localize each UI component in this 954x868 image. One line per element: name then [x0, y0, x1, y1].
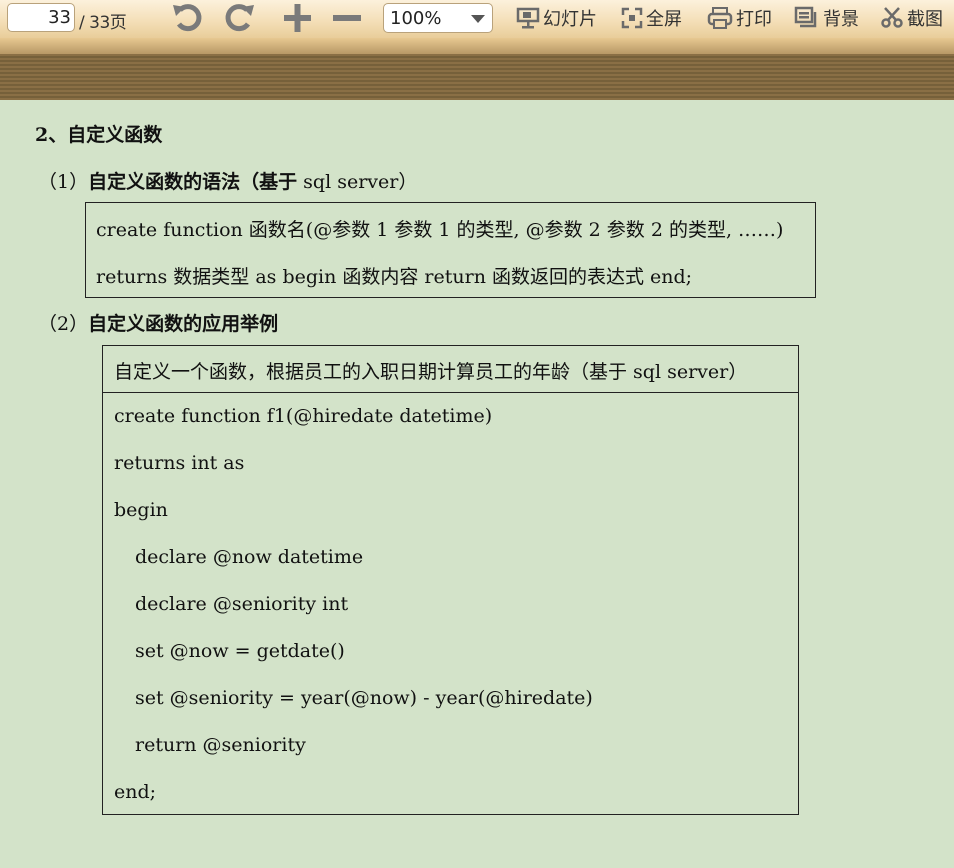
syntax-box: create function 函数名(@参数 1 参数 1 的类型, @参数 … [85, 202, 816, 298]
page-total-label: / 33页 [79, 13, 127, 33]
code-line: declare @seniority int [135, 593, 349, 615]
code-line: set @now = getdate() [135, 640, 345, 662]
fullscreen-icon [621, 7, 643, 29]
screenshot-label: 截图 [907, 9, 943, 30]
background-label: 背景 [823, 9, 859, 30]
zoom-out-icon[interactable] [330, 0, 364, 40]
subsection-example-title: （2）自定义函数的应用举例 [38, 309, 278, 336]
background-icon [794, 6, 817, 28]
page-header-band [0, 54, 954, 100]
scissors-icon [881, 7, 903, 28]
subsection-title-text: 自定义函数的语法（ [88, 171, 260, 193]
syntax-line: returns 数据类型 as begin 函数内容 return 函数返回的表… [96, 266, 693, 288]
subsection-number: （1） [38, 171, 89, 193]
rotate-left-icon[interactable] [170, 0, 208, 40]
subsection-title-tail: sql server） [297, 171, 418, 193]
chevron-down-icon [471, 15, 485, 23]
fullscreen-label: 全屏 [646, 9, 682, 30]
zoom-value: 100% [390, 8, 442, 29]
fullscreen-button[interactable]: 全屏 [621, 5, 682, 31]
toolbar: 33 / 33页 100% 幻灯片 全屏 打印 背景 截图 [0, 0, 954, 38]
print-label: 打印 [736, 9, 772, 30]
code-line: end; [114, 781, 157, 803]
slideshow-button[interactable]: 幻灯片 [516, 5, 597, 31]
slideshow-label: 幻灯片 [543, 9, 597, 30]
example-table: 自定义一个函数，根据员工的入职日期计算员工的年龄（基于 sql server） … [102, 345, 799, 815]
code-line: returns int as [114, 452, 245, 474]
code-line: begin [114, 499, 168, 521]
code-line: return @seniority [135, 734, 306, 756]
subsection-title-based: 基于 [259, 171, 298, 193]
zoom-select[interactable]: 100% [383, 3, 493, 33]
code-line: declare @now datetime [135, 546, 364, 568]
zoom-in-icon[interactable] [281, 0, 315, 40]
slideshow-icon [516, 7, 540, 29]
subsection-number: （2） [38, 313, 89, 335]
subsection-syntax-title: （1）自定义函数的语法（基于 sql server） [38, 167, 417, 194]
screenshot-button[interactable]: 截图 [880, 5, 943, 31]
print-button[interactable]: 打印 [707, 5, 772, 31]
background-button[interactable]: 背景 [794, 5, 859, 31]
table-divider [103, 392, 798, 393]
toolbar-shadow [0, 38, 954, 54]
section-title: 2、自定义函数 [35, 124, 163, 146]
code-line: create function f1(@hiredate datetime) [114, 405, 493, 427]
subsection-title-text: 自定义函数的应用举例 [88, 313, 279, 335]
example-caption: 自定义一个函数，根据员工的入职日期计算员工的年龄（基于 sql server） [114, 361, 748, 383]
printer-icon [707, 7, 733, 29]
code-line: set @seniority = year(@now) - year(@hire… [135, 687, 593, 709]
syntax-line: create function 函数名(@参数 1 参数 1 的类型, @参数 … [96, 219, 784, 241]
page-number-input[interactable]: 33 [7, 3, 75, 32]
rotate-right-icon[interactable] [219, 0, 257, 40]
